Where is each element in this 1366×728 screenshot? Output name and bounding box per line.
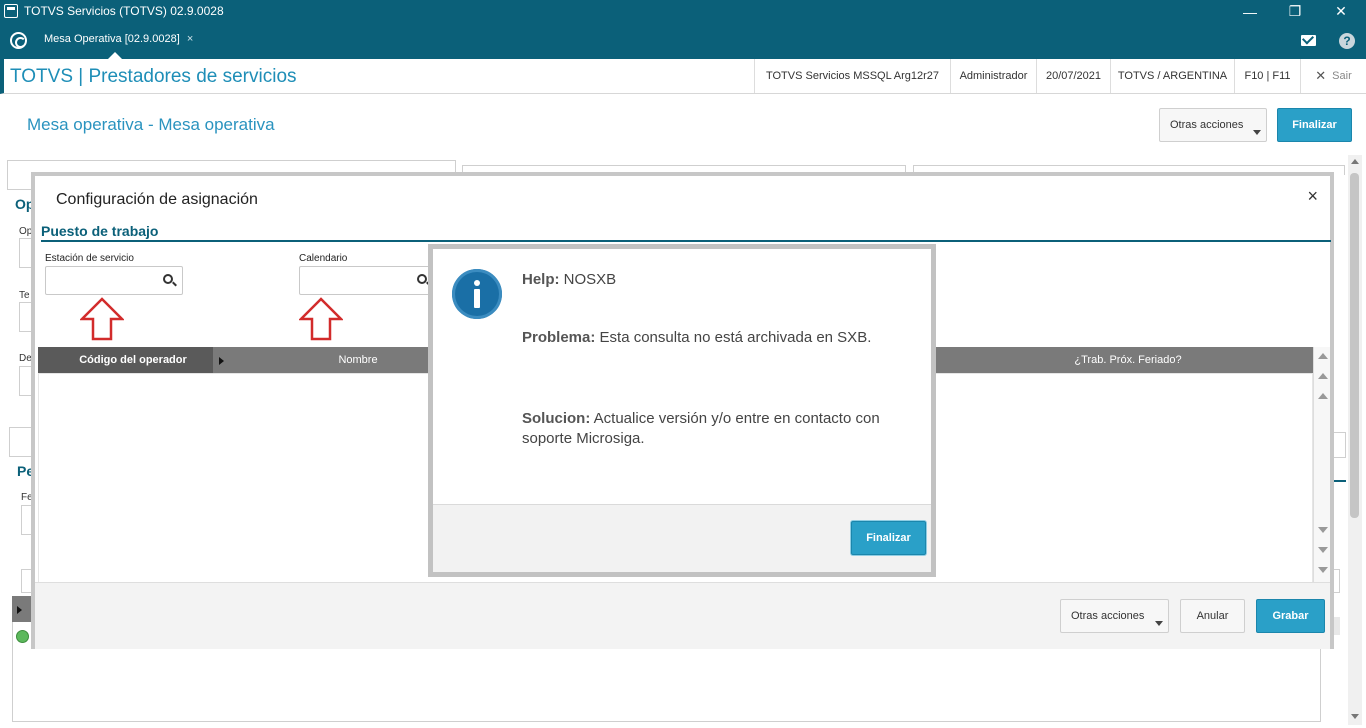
scroll-down-icon[interactable] xyxy=(1318,527,1328,533)
help-footer: Finalizar xyxy=(433,504,931,572)
station-label: Estación de servicio xyxy=(45,253,134,264)
shortcut-info: F10 | F11 xyxy=(1234,59,1300,93)
other-actions-label: Otras acciones xyxy=(1071,610,1145,622)
solution-label: Solucion: xyxy=(522,410,591,427)
user-info[interactable]: Administrador xyxy=(950,59,1036,93)
page-title: Mesa operativa - Mesa operativa xyxy=(27,115,275,134)
app-header: TOTVS | Prestadores de servicios TOTVS S… xyxy=(0,59,1366,94)
chevron-down-icon xyxy=(1155,621,1163,626)
active-tab-caret-icon xyxy=(108,52,122,59)
search-icon[interactable] xyxy=(417,274,427,284)
tab-label: Mesa Operativa [02.9.0028] xyxy=(44,33,180,45)
help-problem: Problema: Esta consulta no está archivad… xyxy=(522,328,917,348)
save-button[interactable]: Grabar xyxy=(1256,599,1325,633)
other-actions-label: Otras acciones xyxy=(1170,119,1244,131)
status-green-icon xyxy=(16,630,29,643)
app-window-icon xyxy=(4,4,18,18)
window-title: TOTVS Servicios (TOTVS) 02.9.0028 xyxy=(24,4,224,18)
section-divider xyxy=(41,240,1331,242)
help-popup: Help: NOSXB Problema: Esta consulta no e… xyxy=(428,244,936,577)
row-marker-icon xyxy=(17,606,22,614)
chevron-down-icon xyxy=(1253,130,1261,135)
scroll-page-down-icon[interactable] xyxy=(1318,547,1328,553)
exit-label: Sair xyxy=(1332,70,1352,82)
close-icon: ✕ xyxy=(1315,68,1327,83)
app-title: TOTVS | Prestadores de servicios xyxy=(10,66,297,87)
dialog-footer: Otras acciones Anular Grabar xyxy=(35,582,1330,649)
help-code: Help: NOSXB xyxy=(522,270,917,290)
scroll-bottom-icon[interactable] xyxy=(1318,567,1328,573)
background-field xyxy=(9,427,33,457)
background-divider xyxy=(1334,480,1346,482)
station-input[interactable] xyxy=(45,266,183,295)
column-marker-icon xyxy=(219,357,224,365)
problem-value: Esta consulta no está archivada en SXB. xyxy=(599,329,872,346)
totvs-logo-icon[interactable] xyxy=(10,32,27,49)
finish-button[interactable]: Finalizar xyxy=(1277,108,1352,142)
cancel-button[interactable]: Anular xyxy=(1180,599,1245,633)
server-info: TOTVS Servicios MSSQL Arg12r27 xyxy=(754,59,950,93)
date-info[interactable]: 20/07/2021 xyxy=(1036,59,1110,93)
calendar-label: Calendario xyxy=(299,253,348,264)
scrollbar-thumb[interactable] xyxy=(1350,173,1359,518)
tab-close-icon[interactable]: × xyxy=(187,33,193,45)
section-title: Puesto de trabajo xyxy=(41,223,159,239)
scroll-up-icon[interactable] xyxy=(1318,393,1328,399)
company-info[interactable]: TOTVS / ARGENTINA xyxy=(1110,59,1234,93)
exit-button[interactable]: ✕ Sair xyxy=(1300,59,1366,93)
column-operator-code[interactable]: Código del operador xyxy=(53,347,213,373)
grid-scrollbar[interactable] xyxy=(1313,347,1330,583)
help-value: NOSXB xyxy=(563,271,617,288)
background-field xyxy=(1334,569,1340,593)
scroll-up-icon[interactable] xyxy=(1351,159,1359,164)
other-actions-button[interactable]: Otras acciones xyxy=(1159,108,1267,142)
scroll-top-icon[interactable] xyxy=(1318,353,1328,359)
scroll-page-up-icon[interactable] xyxy=(1318,373,1328,379)
background-grid-header xyxy=(12,596,33,622)
page-scrollbar[interactable] xyxy=(1348,155,1362,725)
column-next-holiday[interactable]: ¿Trab. Próx. Feriado? xyxy=(998,347,1258,373)
mail-icon[interactable] xyxy=(1301,35,1316,46)
dialog-other-actions-button[interactable]: Otras acciones xyxy=(1060,599,1169,633)
dialog-close-icon[interactable]: × xyxy=(1307,186,1318,207)
background-field xyxy=(1334,432,1346,458)
background-label: De xyxy=(19,353,32,364)
restore-button[interactable]: ❐ xyxy=(1272,0,1318,23)
window-titlebar: TOTVS Servicios (TOTVS) 02.9.0028 — ❐ ✕ xyxy=(0,0,1366,23)
tab-bar: Mesa Operativa [02.9.0028] × ? xyxy=(0,23,1366,59)
scroll-down-icon[interactable] xyxy=(1351,714,1359,719)
minimize-button[interactable]: — xyxy=(1227,0,1273,23)
close-window-button[interactable]: ✕ xyxy=(1318,0,1364,23)
red-arrow-up-icon xyxy=(299,297,343,341)
help-icon[interactable]: ? xyxy=(1339,33,1355,49)
help-finish-button[interactable]: Finalizar xyxy=(851,521,926,555)
help-label: Help: xyxy=(522,271,560,288)
red-arrow-up-icon xyxy=(80,297,124,341)
background-grid-header xyxy=(1334,617,1340,635)
calendar-input[interactable] xyxy=(299,266,437,295)
background-label: Te xyxy=(19,290,30,301)
help-solution: Solucion: Actualice versión y/o entre en… xyxy=(522,409,917,449)
search-icon[interactable] xyxy=(163,274,173,284)
dialog-title: Configuración de asignación xyxy=(56,191,258,208)
problem-label: Problema: xyxy=(522,329,596,346)
info-icon xyxy=(452,269,502,319)
